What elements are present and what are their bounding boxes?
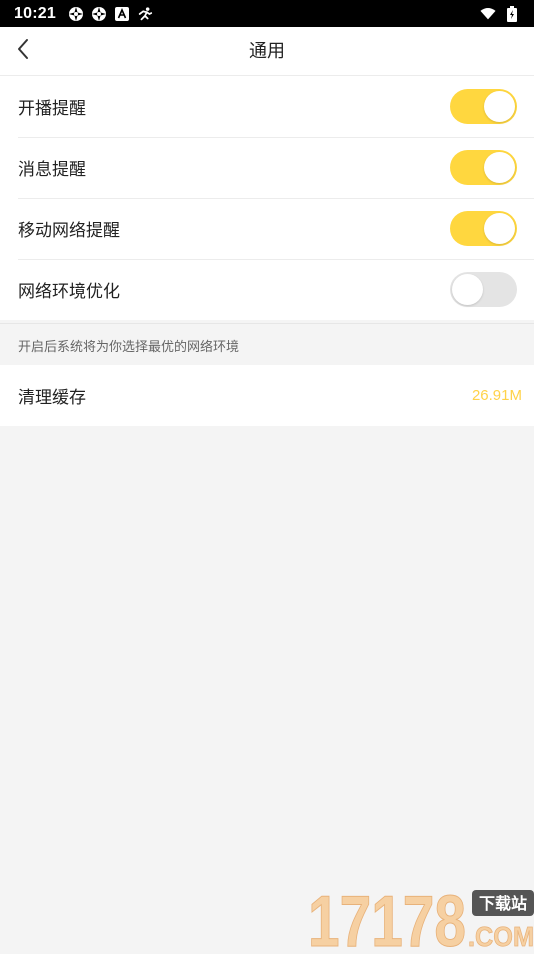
- cache-size-value: 26.91M: [471, 387, 522, 404]
- setting-row-message-reminder: 消息提醒: [0, 137, 534, 198]
- status-bar: 10:21: [0, 0, 534, 27]
- nav-bar: 通用: [0, 27, 534, 76]
- status-left: 10:21: [14, 5, 153, 23]
- setting-label: 移动网络提醒: [18, 221, 120, 241]
- watermark-suffix: .COM: [468, 921, 534, 950]
- watermark-number: 17178: [308, 884, 466, 950]
- toggle-knob: [484, 91, 515, 122]
- status-time: 10:21: [14, 4, 56, 22]
- status-notification-icons: [68, 6, 153, 22]
- running-person-icon: [137, 6, 153, 22]
- watermark-badge: 下载站: [479, 894, 527, 913]
- font-a-icon: [114, 6, 130, 22]
- setting-row-live-reminder: 开播提醒: [0, 76, 534, 137]
- setting-row-network-optimization: 网络环境优化: [0, 259, 534, 320]
- hint-text: 开启后系统将为你选择最优的网络环境: [18, 340, 240, 355]
- setting-label: 开播提醒: [18, 99, 86, 119]
- clear-cache-label: 清理缓存: [18, 388, 86, 408]
- network-optimization-toggle[interactable]: [450, 272, 517, 307]
- settings-list: 开播提醒 消息提醒 移动网络提醒 网络环境优化: [0, 76, 534, 320]
- toggle-knob: [484, 152, 515, 183]
- mobile-network-reminder-toggle[interactable]: [450, 211, 517, 246]
- aperture-icon: [68, 6, 84, 22]
- wifi-icon: [480, 6, 496, 22]
- battery-charging-icon: [504, 5, 520, 22]
- setting-row-mobile-network-reminder: 移动网络提醒: [0, 198, 534, 259]
- page-title: 通用: [249, 41, 285, 62]
- toggle-knob: [484, 213, 515, 244]
- setting-label: 消息提醒: [18, 160, 86, 180]
- aperture-icon: [91, 6, 107, 22]
- hint-section: 开启后系统将为你选择最优的网络环境: [0, 323, 534, 365]
- live-reminder-toggle[interactable]: [450, 89, 517, 124]
- status-right: [480, 5, 520, 22]
- toggle-knob: [452, 274, 483, 305]
- message-reminder-toggle[interactable]: [450, 150, 517, 185]
- setting-label: 网络环境优化: [18, 282, 120, 302]
- clear-cache-row[interactable]: 清理缓存 26.91M: [0, 365, 534, 426]
- watermark-logo: 17178 下载站 .COM: [308, 882, 534, 954]
